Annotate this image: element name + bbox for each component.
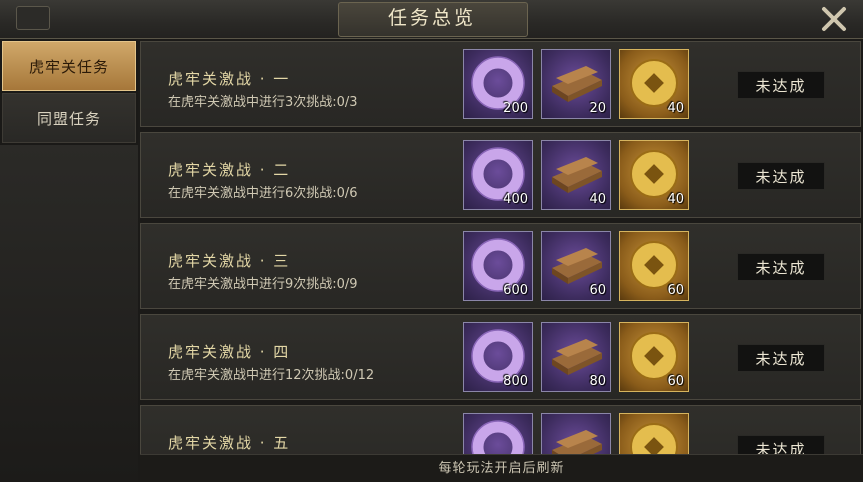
reward-quantity: 40 (667, 101, 684, 116)
sidebar-empty-area (0, 145, 138, 481)
jade-ring-icon (471, 420, 525, 454)
reward-slot[interactable]: 80 (541, 322, 611, 392)
task-row: 虎牢关激战 · 三 在虎牢关激战中进行9次挑战:0/9 600 60 60 未达… (140, 223, 861, 309)
reward-slot[interactable] (463, 413, 533, 454)
tab-hulaoguan-tasks[interactable]: 虎牢关任务 (2, 41, 136, 91)
footer-bar: 每轮玩法开启后刷新 (140, 454, 863, 482)
reward-quantity: 600 (503, 283, 528, 298)
reward-quantity: 800 (503, 374, 528, 389)
task-description: 在虎牢关激战中进行3次挑战:0/3 (168, 95, 358, 110)
reward-quantity: 80 (589, 374, 606, 389)
task-list[interactable]: 虎牢关激战 · 一 在虎牢关激战中进行3次挑战:0/3 200 20 40 未达… (140, 39, 863, 454)
sidebar: 虎牢关任务 同盟任务 (0, 39, 138, 481)
task-row: 虎牢关激战 · 一 在虎牢关激战中进行3次挑战:0/3 200 20 40 未达… (140, 41, 861, 127)
task-row: 虎牢关激战 · 五 未达成 (140, 405, 861, 454)
page-title: 任务总览 (387, 7, 476, 29)
reward-slot[interactable]: 200 (463, 49, 533, 119)
reward-slot[interactable]: 40 (541, 140, 611, 210)
task-row: 虎牢关激战 · 二 在虎牢关激战中进行6次挑战:0/6 400 40 40 未达… (140, 132, 861, 218)
task-description: 在虎牢关激战中进行12次挑战:0/12 (168, 368, 375, 383)
task-status-button[interactable]: 未达成 (737, 253, 825, 281)
reward-quantity: 400 (503, 192, 528, 207)
task-title: 虎牢关激战 · 一 (168, 70, 291, 88)
reward-slot[interactable]: 400 (463, 140, 533, 210)
reward-slot[interactable]: 600 (463, 231, 533, 301)
reward-slot[interactable]: 40 (619, 140, 689, 210)
header-bar: 任务总览 (0, 0, 863, 39)
reward-quantity: 60 (589, 283, 606, 298)
reward-slot[interactable]: 800 (463, 322, 533, 392)
task-title: 虎牢关激战 · 二 (168, 161, 291, 179)
task-status-button[interactable]: 未达成 (737, 162, 825, 190)
reward-quantity: 60 (667, 283, 684, 298)
task-description: 在虎牢关激战中进行9次挑战:0/9 (168, 277, 358, 292)
reward-slot[interactable]: 60 (541, 231, 611, 301)
gold-coin-icon (630, 423, 678, 454)
task-status-button[interactable]: 未达成 (737, 71, 825, 99)
task-title: 虎牢关激战 · 四 (168, 343, 291, 361)
wood-planks-icon (552, 430, 602, 454)
reward-quantity: 20 (589, 101, 606, 116)
reward-quantity: 60 (667, 374, 684, 389)
reward-slot[interactable]: 20 (541, 49, 611, 119)
reward-slot[interactable]: 60 (619, 322, 689, 392)
reward-slot[interactable]: 40 (619, 49, 689, 119)
refresh-note: 每轮玩法开启后刷新 (438, 461, 565, 476)
reward-quantity: 40 (667, 192, 684, 207)
task-description: 在虎牢关激战中进行6次挑战:0/6 (168, 186, 358, 201)
task-row: 虎牢关激战 · 四 在虎牢关激战中进行12次挑战:0/12 800 80 60 … (140, 314, 861, 400)
tab-alliance-tasks[interactable]: 同盟任务 (2, 93, 136, 143)
back-icon[interactable] (16, 6, 50, 30)
close-icon[interactable] (819, 4, 849, 34)
reward-slot[interactable] (619, 413, 689, 454)
task-title: 虎牢关激战 · 五 (168, 434, 291, 452)
reward-slot[interactable] (541, 413, 611, 454)
reward-quantity: 40 (589, 192, 606, 207)
task-title: 虎牢关激战 · 三 (168, 252, 291, 270)
reward-slot[interactable]: 60 (619, 231, 689, 301)
reward-quantity: 200 (503, 101, 528, 116)
task-status-button[interactable]: 未达成 (737, 435, 825, 454)
task-status-button[interactable]: 未达成 (737, 344, 825, 372)
